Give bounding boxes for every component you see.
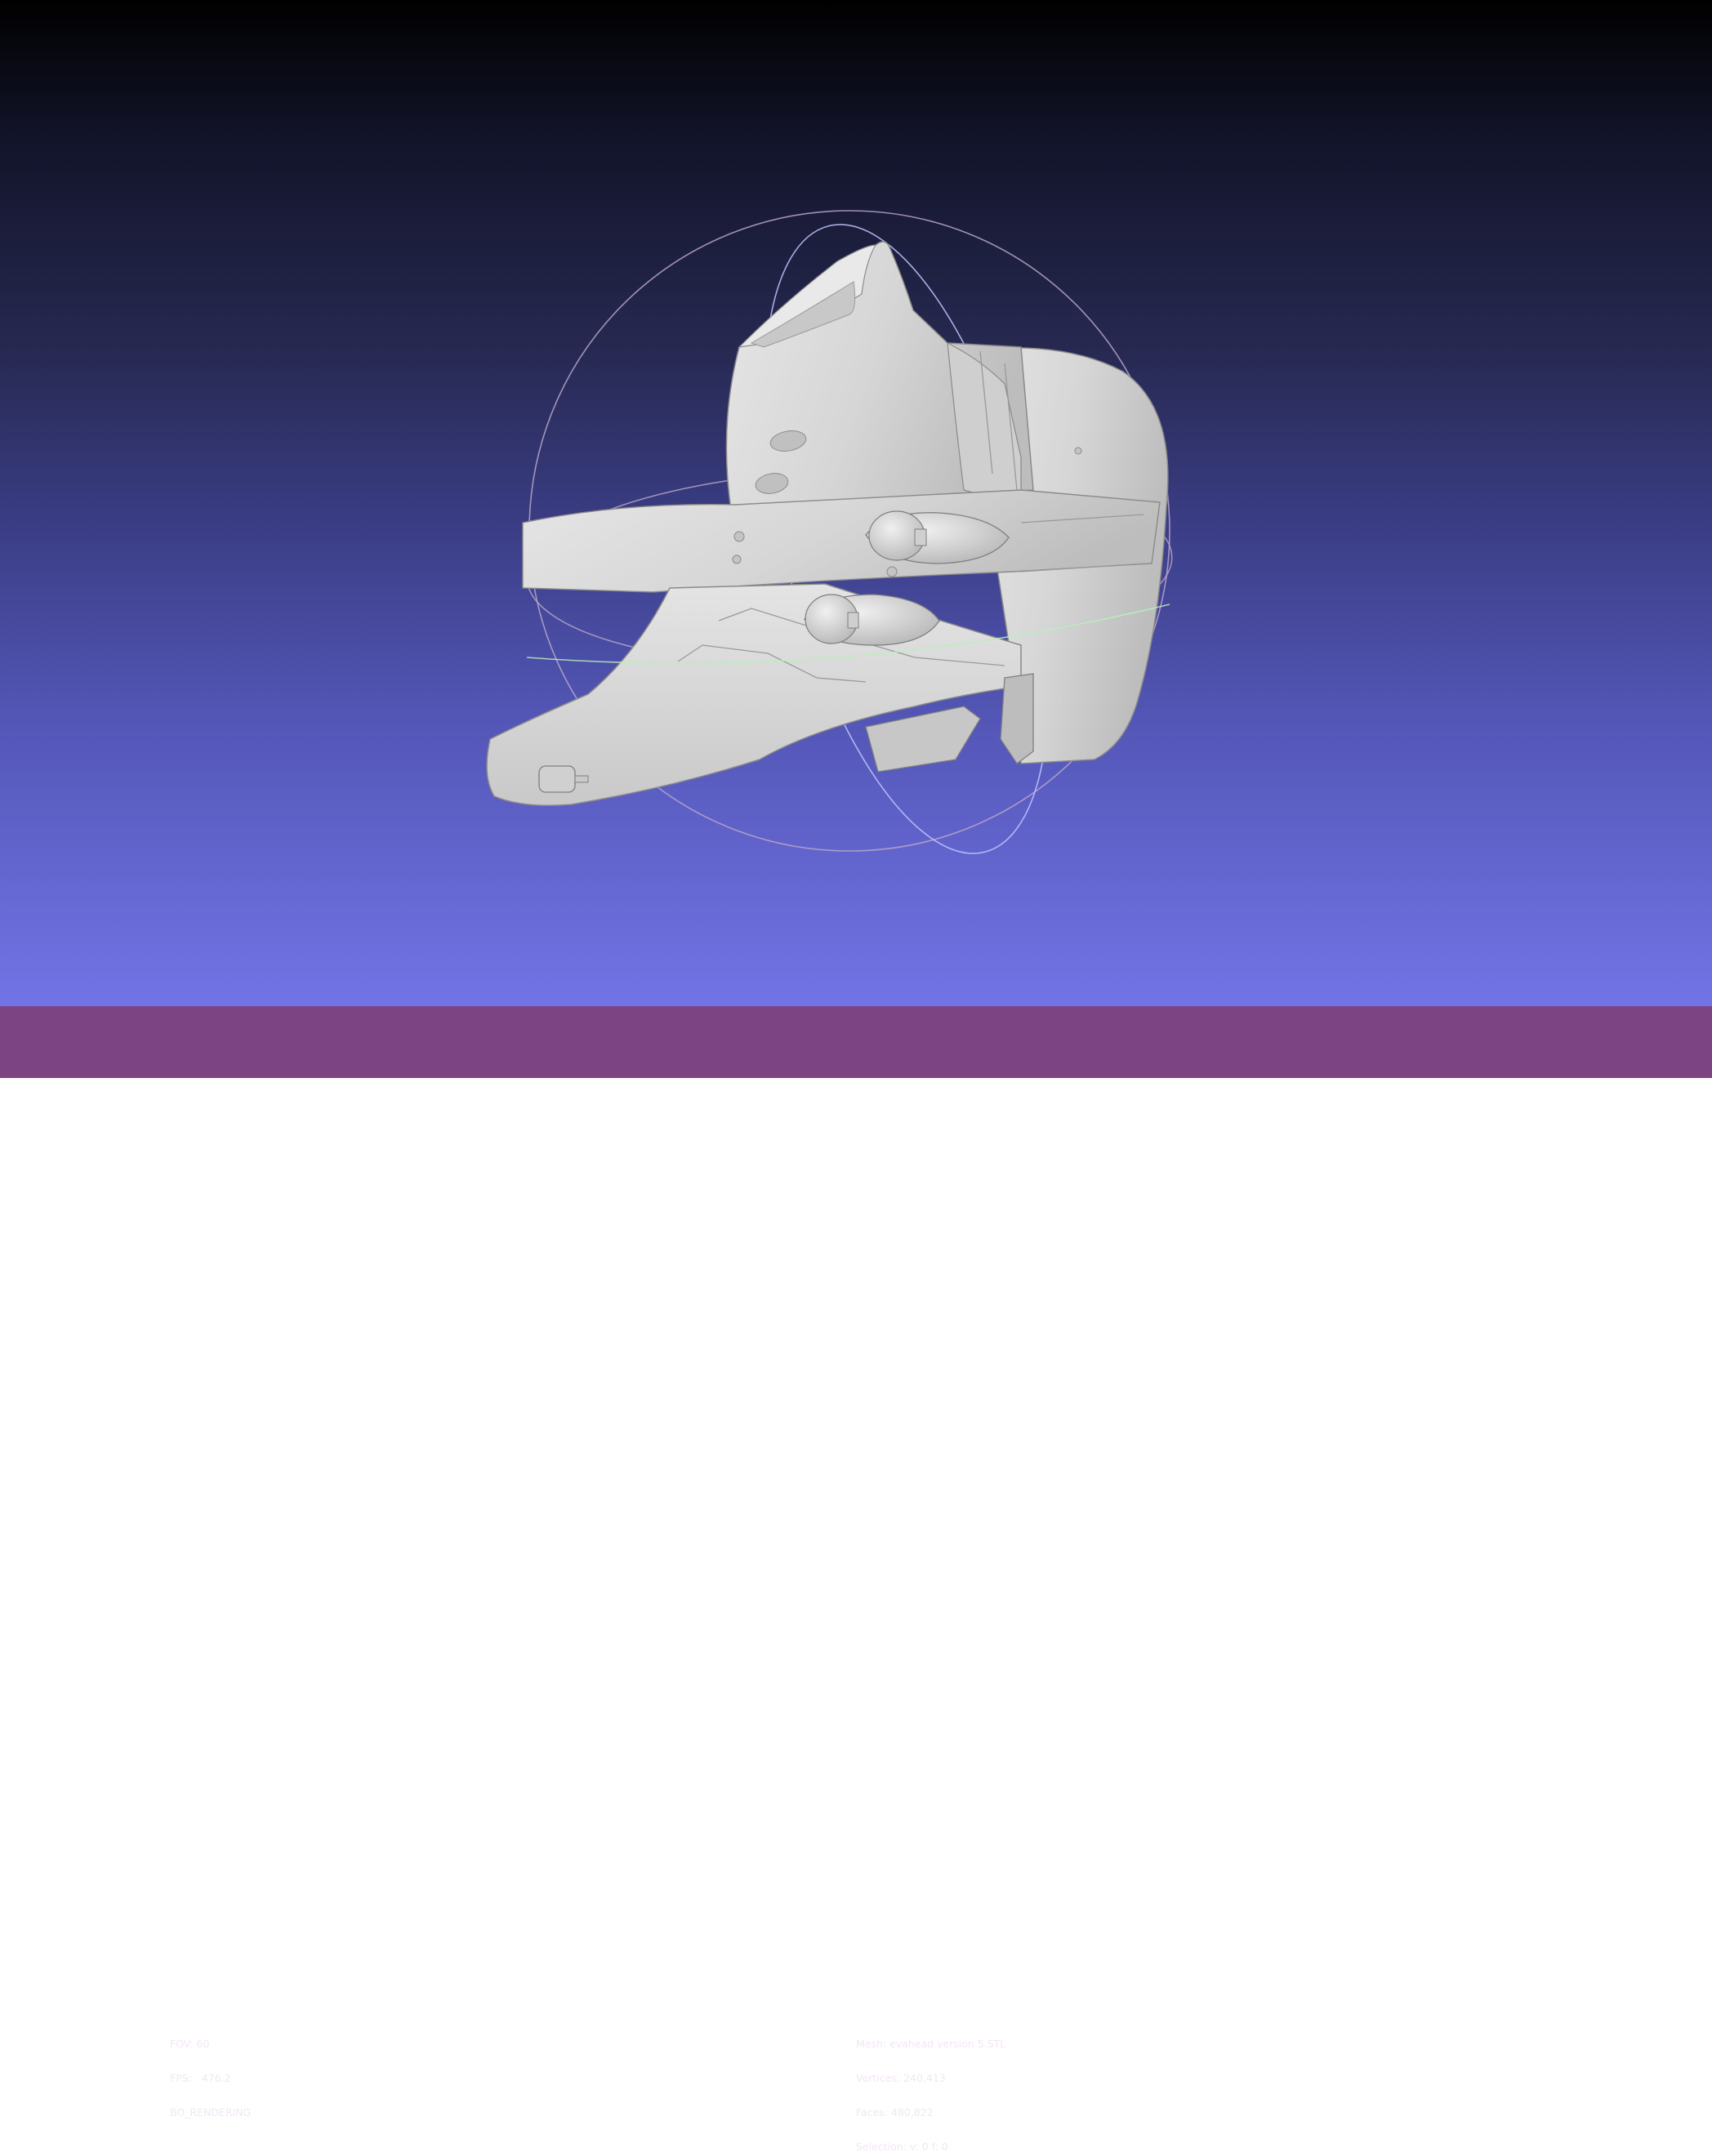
- faces-label: Faces: 480,822: [856, 2106, 934, 2118]
- snout-latch: [538, 765, 576, 793]
- screw-1: [733, 531, 745, 542]
- vertices-label: Vertices: 240,413: [856, 2072, 946, 2084]
- status-bar: FOV: 60 FPS: 476.2 BO_RENDERING Mesh: ev…: [0, 1006, 1712, 2153]
- screw-4: [1074, 447, 1082, 455]
- render-info: FOV: 60 FPS: 476.2 BO_RENDERING: [170, 2016, 251, 2141]
- 3d-viewport[interactable]: [0, 0, 1712, 1006]
- selection-label: Selection: v: 0 f: 0: [856, 2140, 948, 2153]
- mesh-info: Mesh: evahead version 5.STL Vertices: 24…: [856, 2016, 1005, 2156]
- screw-3: [886, 566, 898, 577]
- mesh-name-label: Mesh: evahead version 5.STL: [856, 2038, 1006, 2050]
- screw-2: [732, 555, 742, 564]
- scene-canvas[interactable]: [0, 0, 1712, 1006]
- snout-latch-tab: [574, 775, 589, 783]
- pod-lower: [804, 594, 940, 646]
- mesh-model[interactable]: [486, 241, 1170, 806]
- fov-label: FOV: 60: [170, 2038, 210, 2050]
- render-mode-label: BO_RENDERING: [170, 2106, 252, 2118]
- fps-label: FPS: 476.2: [170, 2072, 231, 2084]
- chin-block-b: [1000, 673, 1034, 764]
- chin-block-a: [865, 706, 981, 773]
